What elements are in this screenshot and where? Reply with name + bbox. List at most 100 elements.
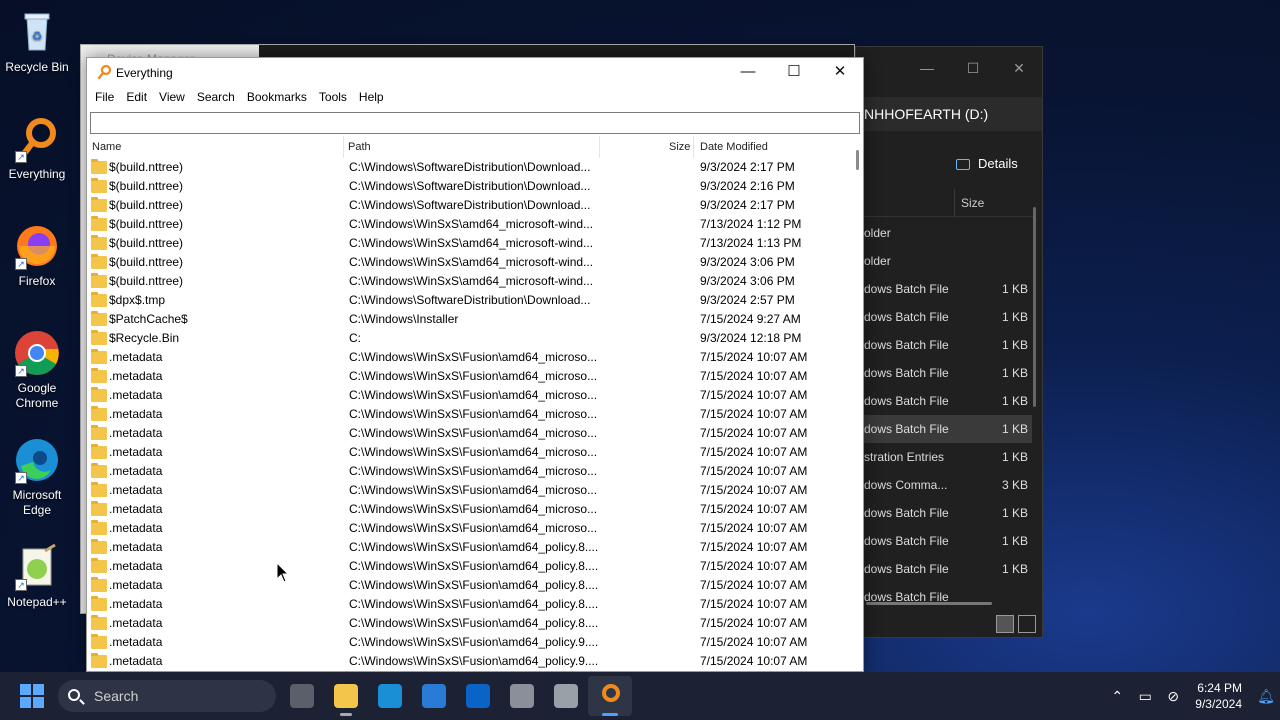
network-icon[interactable]: ▭ bbox=[1131, 688, 1159, 705]
explorer-address[interactable]: NHHOFEARTH (D:) bbox=[856, 97, 1042, 131]
taskbar-app-file-explorer[interactable] bbox=[324, 676, 368, 716]
desktop-icon-firefox[interactable]: ↗ Firefox bbox=[0, 222, 74, 289]
edge-icon bbox=[378, 684, 402, 708]
column-divider[interactable] bbox=[343, 136, 344, 158]
large-icons-view-icon[interactable] bbox=[1018, 615, 1036, 633]
taskbar-app-everything[interactable] bbox=[588, 676, 632, 716]
desktop-icon-recycle-bin[interactable]: ♻ Recycle Bin bbox=[0, 8, 74, 75]
column-path[interactable]: Path bbox=[348, 136, 371, 158]
details-button[interactable]: Details bbox=[956, 149, 1018, 179]
menu-edit[interactable]: Edit bbox=[120, 87, 153, 109]
column-name[interactable]: Name bbox=[92, 136, 121, 158]
file-date: 7/15/2024 10:07 AM bbox=[700, 407, 808, 421]
notification-bell-icon[interactable]: 🔔︎ bbox=[1252, 688, 1280, 705]
details-view-icon[interactable] bbox=[996, 615, 1014, 633]
taskbar-app-task-view[interactable] bbox=[280, 676, 324, 716]
table-row[interactable]: .metadata C:\Windows\WinSxS\Fusion\amd64_… bbox=[87, 405, 849, 424]
column-date-modified[interactable]: Date Modified bbox=[700, 136, 768, 158]
table-row[interactable]: $(build.nttree) C:\Windows\SoftwareDistri… bbox=[87, 177, 849, 196]
results-vscroll[interactable] bbox=[856, 150, 859, 170]
close-icon[interactable]: ✕ bbox=[996, 53, 1042, 83]
taskbar-app-store[interactable] bbox=[412, 676, 456, 716]
table-row[interactable]: .metadata C:\Windows\WinSxS\Fusion\amd64_… bbox=[87, 367, 849, 386]
table-row[interactable]: .metadata C:\Windows\WinSxS\Fusion\amd64_… bbox=[87, 614, 849, 633]
taskbar-app-settings[interactable] bbox=[500, 676, 544, 716]
taskbar-app-edge[interactable] bbox=[368, 676, 412, 716]
maximize-icon[interactable]: ☐ bbox=[950, 53, 996, 83]
table-row[interactable]: $(build.nttree) C:\Windows\SoftwareDistri… bbox=[87, 196, 849, 215]
table-row[interactable]: $PatchCache$ C:\Windows\Installer 7/15/202… bbox=[87, 310, 849, 329]
table-row[interactable]: .metadata C:\Windows\WinSxS\Fusion\amd64_… bbox=[87, 462, 849, 481]
menu-help[interactable]: Help bbox=[353, 87, 390, 109]
table-row[interactable]: $(build.nttree) C:\Windows\WinSxS\amd64_m… bbox=[87, 272, 849, 291]
table-row[interactable]: .metadata C:\Windows\WinSxS\Fusion\amd64_… bbox=[87, 633, 849, 652]
menu-search[interactable]: Search bbox=[191, 87, 241, 109]
table-row[interactable]: .metadata C:\Windows\WinSxS\Fusion\amd64_… bbox=[87, 500, 849, 519]
list-item[interactable]: dows Batch File bbox=[856, 583, 1032, 611]
table-row[interactable]: .metadata C:\Windows\WinSxS\Fusion\amd64_… bbox=[87, 538, 849, 557]
list-item[interactable]: dows Batch File 1 KB bbox=[856, 359, 1032, 387]
list-item[interactable]: dows Batch File 1 KB bbox=[856, 499, 1032, 527]
table-row[interactable]: .metadata C:\Windows\WinSxS\Fusion\amd64_… bbox=[87, 576, 849, 595]
list-item[interactable]: dows Batch File 1 KB bbox=[856, 527, 1032, 555]
explorer-hscroll[interactable] bbox=[866, 602, 992, 605]
list-item[interactable]: dows Comma... 3 KB bbox=[856, 471, 1032, 499]
table-row[interactable]: $(build.nttree) C:\Windows\SoftwareDistri… bbox=[87, 158, 849, 177]
search-input[interactable] bbox=[91, 113, 859, 133]
table-row[interactable]: $(build.nttree) C:\Windows\WinSxS\amd64_m… bbox=[87, 234, 849, 253]
table-row[interactable]: .metadata C:\Windows\WinSxS\Fusion\amd64_… bbox=[87, 348, 849, 367]
volume-icon[interactable]: ⊘ bbox=[1159, 688, 1187, 705]
taskbar-app-device-manager[interactable] bbox=[544, 676, 588, 716]
column-divider[interactable] bbox=[693, 136, 694, 158]
table-row[interactable]: .metadata C:\Windows\WinSxS\Fusion\amd64_… bbox=[87, 481, 849, 500]
maximize-icon[interactable]: ☐ bbox=[771, 58, 817, 87]
table-row[interactable]: .metadata C:\Windows\WinSxS\Fusion\amd64_… bbox=[87, 519, 849, 538]
minimize-icon[interactable]: — bbox=[725, 58, 771, 87]
list-item[interactable]: dows Batch File 1 KB bbox=[856, 275, 1032, 303]
desktop-icon-edge[interactable]: ↗ Microsoft Edge bbox=[0, 436, 74, 518]
list-item[interactable]: dows Batch File 1 KB bbox=[856, 415, 1032, 443]
minimize-icon[interactable]: — bbox=[904, 53, 950, 83]
column-divider[interactable] bbox=[599, 136, 600, 158]
list-item[interactable]: dows Batch File 1 KB bbox=[856, 387, 1032, 415]
size-column-header[interactable]: Size bbox=[954, 189, 1034, 217]
table-row[interactable]: .metadata C:\Windows\WinSxS\Fusion\amd64_… bbox=[87, 595, 849, 614]
start-button[interactable] bbox=[20, 684, 44, 708]
list-item[interactable]: older bbox=[856, 247, 1032, 275]
table-row[interactable]: $(build.nttree) C:\Windows\WinSxS\amd64_m… bbox=[87, 215, 849, 234]
file-name: .metadata bbox=[109, 502, 163, 516]
taskbar-app-outlook[interactable] bbox=[456, 676, 500, 716]
everything-window[interactable]: Everything — ☐ ✕ File Edit View Search B… bbox=[86, 57, 864, 672]
list-item[interactable]: stration Entries 1 KB bbox=[856, 443, 1032, 471]
table-row[interactable]: .metadata C:\Windows\WinSxS\Fusion\amd64_… bbox=[87, 557, 849, 576]
edge-icon: ↗ bbox=[13, 436, 61, 484]
table-row[interactable]: .metadata C:\Windows\WinSxS\Fusion\amd64_… bbox=[87, 386, 849, 405]
table-row[interactable]: .metadata C:\Windows\WinSxS\Fusion\amd64_… bbox=[87, 424, 849, 443]
column-size[interactable]: Size bbox=[669, 136, 690, 158]
menu-view[interactable]: View bbox=[153, 87, 191, 109]
list-item[interactable]: older bbox=[856, 219, 1032, 247]
close-icon[interactable]: ✕ bbox=[817, 58, 863, 87]
list-item[interactable]: dows Batch File 1 KB bbox=[856, 331, 1032, 359]
list-item[interactable]: dows Batch File 1 KB bbox=[856, 303, 1032, 331]
file-explorer-window[interactable]: — ☐ ✕ NHHOFEARTH (D:) Details Size older… bbox=[855, 46, 1043, 638]
everything-titlebar[interactable]: Everything — ☐ ✕ bbox=[87, 58, 863, 87]
menu-tools[interactable]: Tools bbox=[313, 87, 353, 109]
menu-bookmarks[interactable]: Bookmarks bbox=[241, 87, 313, 109]
desktop-icon-notepadpp[interactable]: ↗ Notepad++ bbox=[0, 543, 74, 610]
table-row[interactable]: .metadata C:\Windows\WinSxS\Fusion\amd64_… bbox=[87, 443, 849, 462]
table-row[interactable]: $(build.nttree) C:\Windows\WinSxS\amd64_m… bbox=[87, 253, 849, 272]
file-path: C:\Windows\Installer bbox=[349, 312, 459, 326]
menu-file[interactable]: File bbox=[89, 87, 120, 109]
list-item[interactable]: dows Batch File 1 KB bbox=[856, 555, 1032, 583]
chrome-icon: ↗ bbox=[13, 329, 61, 377]
clock[interactable]: 6:24 PM 9/3/2024 bbox=[1187, 680, 1252, 712]
chevron-up-icon[interactable]: ⌃ bbox=[1103, 688, 1131, 705]
table-row[interactable]: $dpx$.tmp C:\Windows\SoftwareDistribution… bbox=[87, 291, 849, 310]
desktop-icon-everything[interactable]: ↗ Everything bbox=[0, 115, 74, 182]
table-row[interactable]: $Recycle.Bin C: 9/3/2024 12:18 PM bbox=[87, 329, 849, 348]
taskbar-search[interactable]: Search bbox=[58, 680, 276, 712]
desktop-icon-chrome[interactable]: ↗ Google Chrome bbox=[0, 329, 74, 411]
table-row[interactable]: .metadata C:\Windows\WinSxS\Fusion\amd64_… bbox=[87, 652, 849, 671]
explorer-vscroll[interactable] bbox=[1033, 207, 1036, 407]
